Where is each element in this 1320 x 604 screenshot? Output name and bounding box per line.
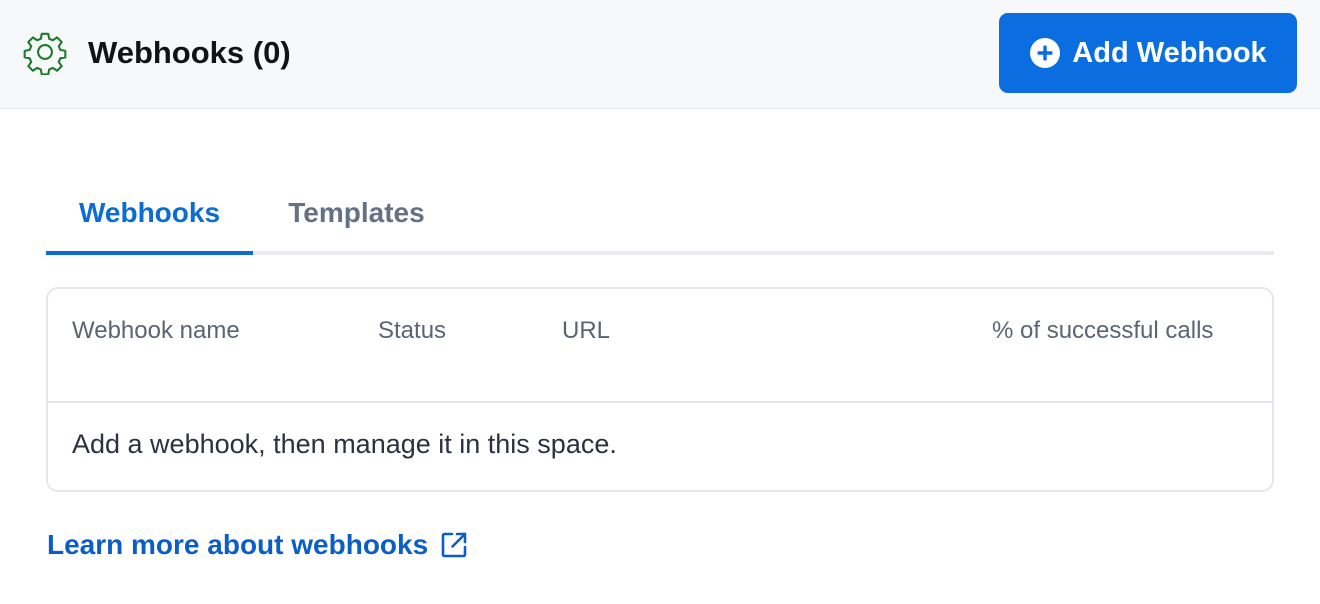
column-header-url: URL [562, 317, 611, 344]
column-header-webhook-name: Webhook name [72, 317, 240, 344]
empty-state-message: Add a webhook, then manage it in this sp… [72, 429, 617, 459]
column-header-status: Status [378, 317, 447, 344]
page-title: Webhooks (0) [88, 35, 291, 70]
add-webhook-button[interactable]: Add Webhook [999, 13, 1297, 93]
add-webhook-label: Add Webhook [1072, 36, 1267, 69]
plus-circle-icon [1030, 38, 1061, 68]
learn-more-link[interactable]: Learn more about webhooks [47, 527, 469, 563]
table-header: Webhook name Status URL % of successful … [48, 289, 1272, 403]
page-header: Webhooks (0) Add Webhook [0, 0, 1320, 109]
tab-bar: Webhooks Templates [46, 170, 1274, 256]
learn-more-label: Learn more about webhooks [47, 529, 429, 560]
webhooks-table: Webhook name Status URL % of successful … [46, 287, 1274, 492]
external-link-icon [441, 532, 467, 558]
column-header-success-rate: % of successful calls [992, 317, 1214, 344]
tab-templates[interactable]: Templates [260, 170, 453, 255]
tab-webhooks[interactable]: Webhooks [46, 170, 253, 255]
gear-icon [23, 32, 67, 75]
